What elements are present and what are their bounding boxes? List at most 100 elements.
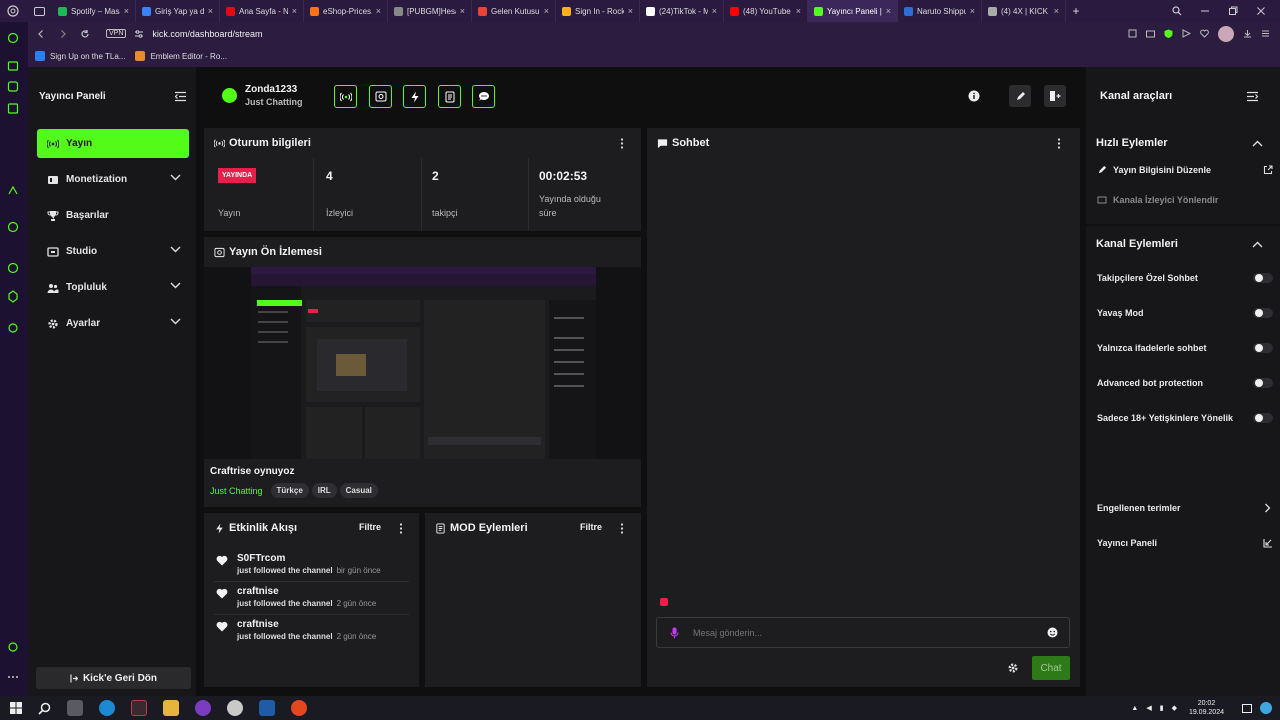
- tab-close-icon[interactable]: ×: [456, 6, 465, 16]
- tab-close-icon[interactable]: ×: [882, 6, 891, 16]
- edit-stream-info-action[interactable]: Yayın Bilgisini Düzenle: [1097, 160, 1273, 180]
- opera-gx-icon[interactable]: [195, 700, 211, 716]
- session-menu-icon[interactable]: [620, 138, 624, 149]
- browser-tab[interactable]: Naruto Shippu ×: [898, 0, 982, 22]
- close-window-icon[interactable]: [1256, 6, 1266, 16]
- notes-button[interactable]: [438, 85, 461, 108]
- chat-toggle-button[interactable]: [472, 85, 495, 108]
- tag-chip[interactable]: IRL: [311, 483, 337, 498]
- browser-tab[interactable]: Ana Sayfa - Ne×: [220, 0, 304, 22]
- battery-icon[interactable]: ▮: [1160, 704, 1164, 712]
- vpn-badge[interactable]: VPN: [106, 29, 127, 38]
- volume-icon[interactable]: ◀: [1146, 704, 1151, 712]
- tab-close-icon[interactable]: ×: [792, 6, 801, 16]
- shield-icon[interactable]: [1164, 29, 1173, 38]
- forward-icon[interactable]: [58, 29, 68, 39]
- sidebar-item-studio[interactable]: Studio: [37, 237, 189, 266]
- chat-settings-icon[interactable]: [1007, 662, 1019, 674]
- bookmark-item[interactable]: Sign Up on the TLa...: [35, 51, 125, 61]
- browser-tab[interactable]: Giriş Yap ya da ×: [136, 0, 220, 22]
- panel-toggle-button[interactable]: [1044, 85, 1066, 107]
- stream-settings-button[interactable]: [334, 85, 357, 108]
- notification-icon[interactable]: [1242, 703, 1252, 713]
- back-to-kick-button[interactable]: Kick'e Geri Dön: [36, 667, 191, 689]
- network-icon[interactable]: ◆: [1172, 704, 1177, 712]
- tab-close-icon[interactable]: ×: [372, 6, 381, 16]
- sidebar-item-monetization[interactable]: Monetization: [37, 165, 189, 194]
- browser-menu-icon[interactable]: [0, 0, 26, 22]
- chat-input-box[interactable]: [656, 617, 1070, 648]
- url-field[interactable]: kick.com/dashboard/stream: [152, 29, 262, 39]
- tab-close-icon[interactable]: ×: [288, 6, 297, 16]
- edge-icon[interactable]: [99, 700, 115, 716]
- tab-close-icon[interactable]: ×: [1050, 6, 1059, 16]
- stream-preview-video[interactable]: [204, 267, 641, 459]
- activity-username[interactable]: craftnise: [237, 586, 279, 597]
- send-icon[interactable]: [1182, 29, 1191, 38]
- tab-overview-icon[interactable]: [26, 0, 52, 22]
- widgets-icon[interactable]: [1260, 702, 1272, 714]
- tab-close-icon[interactable]: ×: [708, 6, 717, 16]
- activity-menu-icon[interactable]: [399, 523, 403, 534]
- browser-tab[interactable]: Yayıncı Paneli | ×: [808, 0, 898, 22]
- chevron-down-icon[interactable]: [170, 174, 181, 181]
- minimize-icon[interactable]: [1200, 6, 1210, 16]
- browser-tab[interactable]: Spotify – Masa ×: [52, 0, 136, 22]
- chevron-up-icon[interactable]: [1252, 241, 1263, 248]
- new-tab-button[interactable]: +: [1066, 4, 1086, 18]
- heart-icon[interactable]: [1200, 29, 1209, 38]
- creator-dashboard-link[interactable]: Yayıncı Paneli: [1097, 533, 1273, 553]
- camera-icon[interactable]: [1146, 29, 1155, 38]
- blocked-terms-link[interactable]: Engellenen terimler: [1097, 498, 1273, 518]
- search-icon[interactable]: [1172, 6, 1182, 16]
- channel-category[interactable]: Just Chatting: [245, 97, 303, 107]
- tray-chevron-icon[interactable]: ▲: [1131, 705, 1138, 712]
- toggle-switch[interactable]: [1253, 413, 1273, 423]
- emoji-icon[interactable]: [1047, 627, 1058, 638]
- toggle-switch[interactable]: [1253, 273, 1273, 283]
- chevron-up-icon[interactable]: [1252, 140, 1263, 147]
- tab-close-icon[interactable]: ×: [120, 6, 129, 16]
- bookmark-item[interactable]: Emblem Editor - Ro...: [135, 51, 227, 61]
- browser-tab[interactable]: (4) 4X | KICK ×: [982, 0, 1066, 22]
- tab-close-icon[interactable]: ×: [204, 6, 213, 16]
- tab-close-icon[interactable]: ×: [624, 6, 633, 16]
- category-link[interactable]: Just Chatting: [210, 486, 263, 496]
- browser-menu-dots-icon[interactable]: [1261, 29, 1270, 38]
- app-red-icon[interactable]: [131, 700, 147, 716]
- activity-username[interactable]: S0FTrcom: [237, 553, 285, 564]
- sidebar-item-ayarlar[interactable]: Ayarlar: [37, 309, 189, 338]
- site-info-icon[interactable]: [134, 29, 144, 39]
- raid-action[interactable]: Kanala İzleyici Yönlendir: [1097, 190, 1273, 210]
- toggle-switch[interactable]: [1253, 378, 1273, 388]
- tab-close-icon[interactable]: ×: [966, 6, 975, 16]
- microphone-icon[interactable]: [670, 627, 679, 639]
- chevron-down-icon[interactable]: [170, 246, 181, 253]
- file-explorer-icon[interactable]: [163, 700, 179, 716]
- preview-toggle-button[interactable]: [369, 85, 392, 108]
- restore-icon[interactable]: [1228, 6, 1238, 16]
- edit-layout-button[interactable]: [1009, 85, 1031, 107]
- sidebar-item-yayn[interactable]: Yayın: [37, 129, 189, 158]
- app-orange-icon[interactable]: [291, 700, 307, 716]
- chat-message-input[interactable]: [693, 625, 1023, 641]
- taskview-icon[interactable]: [67, 700, 83, 716]
- browser-tab[interactable]: eShop-Prices.c×: [304, 0, 388, 22]
- info-icon[interactable]: [968, 90, 980, 102]
- activity-filter-button[interactable]: Filtre: [359, 522, 381, 532]
- sidebar-item-topluluk[interactable]: Topluluk: [37, 273, 189, 302]
- channel-name[interactable]: Zonda1233: [245, 84, 297, 95]
- back-icon[interactable]: [36, 29, 46, 39]
- tag-chip[interactable]: Casual: [339, 483, 378, 498]
- chevron-down-icon[interactable]: [170, 318, 181, 325]
- mod-filter-button[interactable]: Filtre: [580, 522, 602, 532]
- toggle-switch[interactable]: [1253, 308, 1273, 318]
- mod-menu-icon[interactable]: [620, 523, 624, 534]
- chat-menu-icon[interactable]: [1057, 138, 1061, 149]
- activity-username[interactable]: craftnise: [237, 619, 279, 630]
- install-icon[interactable]: [1128, 29, 1137, 38]
- quick-actions-button[interactable]: [403, 85, 426, 108]
- browser-tab[interactable]: (48) YouTube ×: [724, 0, 808, 22]
- start-icon[interactable]: [10, 702, 22, 714]
- collapse-sidebar-icon[interactable]: [174, 91, 187, 102]
